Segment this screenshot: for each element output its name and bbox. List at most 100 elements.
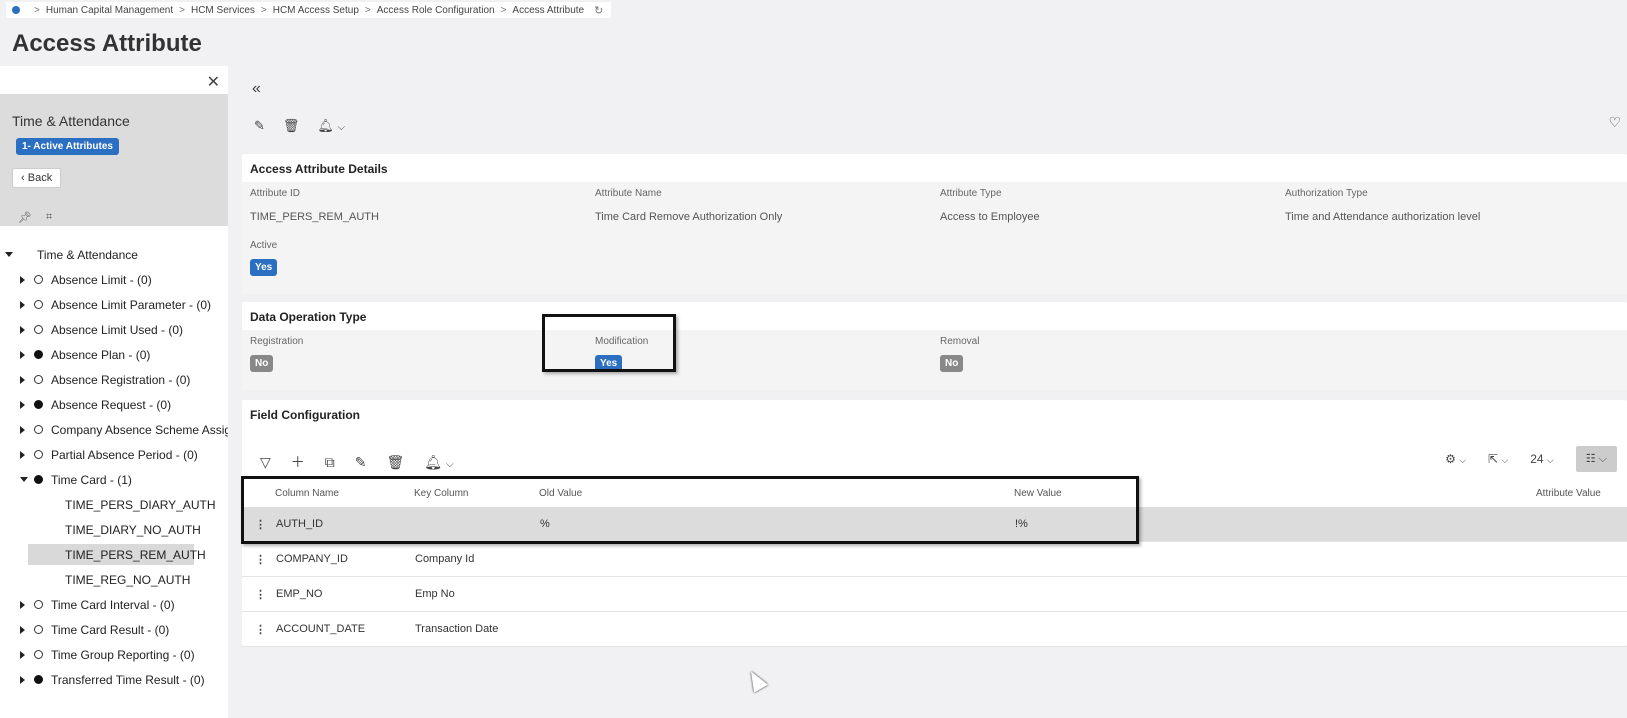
tree-root-label: Time & Attendance bbox=[37, 247, 138, 262]
settings-icon[interactable]: ⚙ ⌵ bbox=[1445, 452, 1466, 466]
tree-item[interactable]: Time Group Reporting - (0) bbox=[0, 642, 228, 667]
filter-icon[interactable]: ▽ bbox=[260, 454, 271, 471]
row-menu-icon[interactable]: ⋮ bbox=[255, 553, 266, 566]
page-title: Access Attribute bbox=[12, 30, 202, 57]
tree-root[interactable]: Time & Attendance bbox=[0, 242, 228, 267]
refresh-icon[interactable]: ↻ bbox=[594, 4, 603, 17]
tree-item[interactable]: Time Card Result - (0) bbox=[0, 617, 228, 642]
cell-key-column: Transaction Date bbox=[415, 623, 499, 635]
cell-key-column: Company Id bbox=[415, 553, 475, 565]
favorite-icon[interactable]: ♡ bbox=[1608, 114, 1621, 131]
column-header-attribute-value[interactable]: Attribute Value bbox=[1536, 488, 1601, 499]
caret-right-icon[interactable] bbox=[20, 375, 25, 384]
navigator-tools: 📌︎ ⌗ bbox=[18, 211, 52, 224]
chevron-right-icon: > bbox=[260, 4, 267, 16]
delete-icon[interactable]: 🗑︎ bbox=[387, 454, 405, 471]
export-icon[interactable]: ⇱ ⌵ bbox=[1488, 452, 1508, 466]
caret-right-icon[interactable] bbox=[20, 625, 25, 634]
tree-leaf-item[interactable]: TIME_REG_NO_AUTH bbox=[0, 567, 228, 592]
record-toolbar: ✎ 🗑︎ 🔔︎ ⌵ bbox=[254, 118, 345, 134]
breadcrumb-item[interactable]: HCM Services bbox=[191, 5, 255, 16]
caret-right-icon[interactable] bbox=[20, 425, 25, 434]
tree-leaf-item[interactable]: TIME_PERS_REM_AUTH bbox=[0, 542, 228, 567]
tree-item[interactable]: Company Absence Scheme Assig bbox=[0, 417, 228, 442]
chevron-right-icon: > bbox=[364, 4, 371, 16]
edit-icon[interactable]: ✎ bbox=[355, 454, 367, 471]
delete-icon[interactable]: 🗑︎ bbox=[283, 118, 300, 134]
tree-item-label: Time Card Interval - (0) bbox=[51, 597, 175, 612]
caret-right-icon[interactable] bbox=[20, 600, 25, 609]
breadcrumb-item[interactable]: Human Capital Management bbox=[46, 5, 173, 16]
active-label: Active bbox=[250, 240, 278, 251]
caret-right-icon[interactable] bbox=[20, 675, 25, 684]
chevron-right-icon: > bbox=[500, 4, 507, 16]
caret-down-icon[interactable] bbox=[5, 252, 13, 257]
table-view-icon[interactable]: ☷ ⌵ bbox=[1575, 446, 1617, 472]
caret-right-icon[interactable] bbox=[20, 300, 25, 309]
tree-item[interactable]: Transferred Time Result - (0) bbox=[0, 667, 228, 692]
tree-item[interactable]: Absence Limit - (0) bbox=[0, 267, 228, 292]
row-menu-icon[interactable]: ⋮ bbox=[255, 623, 266, 636]
tree-item-label: Partial Absence Period - (0) bbox=[51, 447, 198, 462]
caret-right-icon[interactable] bbox=[20, 400, 25, 409]
add-icon[interactable]: ＋ bbox=[291, 452, 305, 472]
tree-leaf-item[interactable]: TIME_DIARY_NO_AUTH bbox=[0, 517, 228, 542]
removal-badge: No bbox=[940, 355, 964, 372]
home-icon[interactable] bbox=[12, 6, 20, 14]
page-size-select[interactable]: 24 ⌵ bbox=[1530, 452, 1554, 466]
attribute-type-value: Access to Employee bbox=[940, 211, 1040, 223]
empty-circle-icon bbox=[34, 325, 43, 334]
hierarchy-icon[interactable]: ⌗ bbox=[46, 211, 52, 224]
data-operation-title: Data Operation Type bbox=[250, 310, 367, 324]
empty-circle-icon bbox=[34, 600, 43, 609]
breadcrumb-item[interactable]: HCM Access Setup bbox=[273, 5, 359, 16]
tree-item[interactable]: Time Card Interval - (0) bbox=[0, 592, 228, 617]
tree-item-label: Absence Request - (0) bbox=[51, 397, 172, 412]
caret-right-icon[interactable] bbox=[20, 650, 25, 659]
tree-item[interactable]: Absence Request - (0) bbox=[0, 392, 228, 417]
breadcrumb-item[interactable]: Access Role Configuration bbox=[377, 5, 495, 16]
notification-bell-icon[interactable]: 🔔︎ ⌵ bbox=[317, 118, 345, 134]
pin-icon[interactable]: 📌︎ bbox=[18, 211, 32, 224]
tree-item[interactable]: Absence Plan - (0) bbox=[0, 342, 228, 367]
breadcrumb-item-current: Access Attribute bbox=[512, 4, 585, 16]
tree-item-label: Time Group Reporting - (0) bbox=[51, 647, 195, 662]
tree-item[interactable]: Absence Registration - (0) bbox=[0, 367, 228, 392]
cell-column-name: EMP_NO bbox=[276, 588, 323, 600]
duplicate-icon[interactable]: ⧉ bbox=[325, 454, 335, 471]
caret-down-icon[interactable] bbox=[20, 477, 28, 482]
main-content: « ✎ 🗑︎ 🔔︎ ⌵ ♡ Access Attribute Details A… bbox=[242, 66, 1627, 718]
back-label: Back bbox=[27, 172, 53, 184]
page-size-value: 24 bbox=[1530, 452, 1544, 466]
active-attributes-badge[interactable]: 1- Active Attributes bbox=[16, 138, 119, 155]
caret-right-icon[interactable] bbox=[20, 450, 25, 459]
table-row[interactable]: ⋮ ACCOUNT_DATE Transaction Date bbox=[242, 612, 1627, 647]
edit-icon[interactable]: ✎ bbox=[254, 118, 265, 134]
table-row[interactable]: ⋮ EMP_NO Emp No bbox=[242, 577, 1627, 612]
filled-circle-icon bbox=[34, 400, 43, 409]
tree-item[interactable]: Partial Absence Period - (0) bbox=[0, 442, 228, 467]
tree-item[interactable]: Absence Limit Parameter - (0) bbox=[0, 292, 228, 317]
close-icon[interactable]: ✕ bbox=[207, 72, 220, 92]
caret-right-icon[interactable] bbox=[20, 350, 25, 359]
caret-right-icon[interactable] bbox=[20, 325, 25, 334]
tree-item[interactable]: Time Card - (1) bbox=[0, 467, 228, 492]
collapse-panel-icon[interactable]: « bbox=[252, 80, 261, 98]
tree-leaf-label: TIME_PERS_REM_AUTH bbox=[65, 547, 206, 562]
highlight-box bbox=[542, 314, 676, 372]
notification-bell-icon[interactable]: 🔔︎ ⌵ bbox=[424, 454, 453, 471]
row-menu-icon[interactable]: ⋮ bbox=[255, 588, 266, 601]
cell-key-column: Emp No bbox=[415, 588, 455, 600]
back-button[interactable]: ‹ Back bbox=[12, 168, 62, 188]
table-row[interactable]: ⋮ COMPANY_ID Company Id bbox=[242, 542, 1627, 577]
tree-item-label: Company Absence Scheme Assig bbox=[51, 422, 228, 437]
registration-badge: No bbox=[250, 355, 274, 372]
navigator-tree: Time & Attendance Absence Limit - (0) Abs… bbox=[0, 242, 228, 692]
caret-right-icon[interactable] bbox=[20, 275, 25, 284]
attribute-id-field: Attribute ID TIME_PERS_REM_AUTH bbox=[250, 188, 379, 223]
registration-label: Registration bbox=[250, 336, 304, 347]
cell-column-name: ACCOUNT_DATE bbox=[276, 623, 366, 635]
tree-leaf-item[interactable]: TIME_PERS_DIARY_AUTH bbox=[0, 492, 228, 517]
tree-item[interactable]: Absence Limit Used - (0) bbox=[0, 317, 228, 342]
tree-item-label: Transferred Time Result - (0) bbox=[51, 672, 205, 687]
